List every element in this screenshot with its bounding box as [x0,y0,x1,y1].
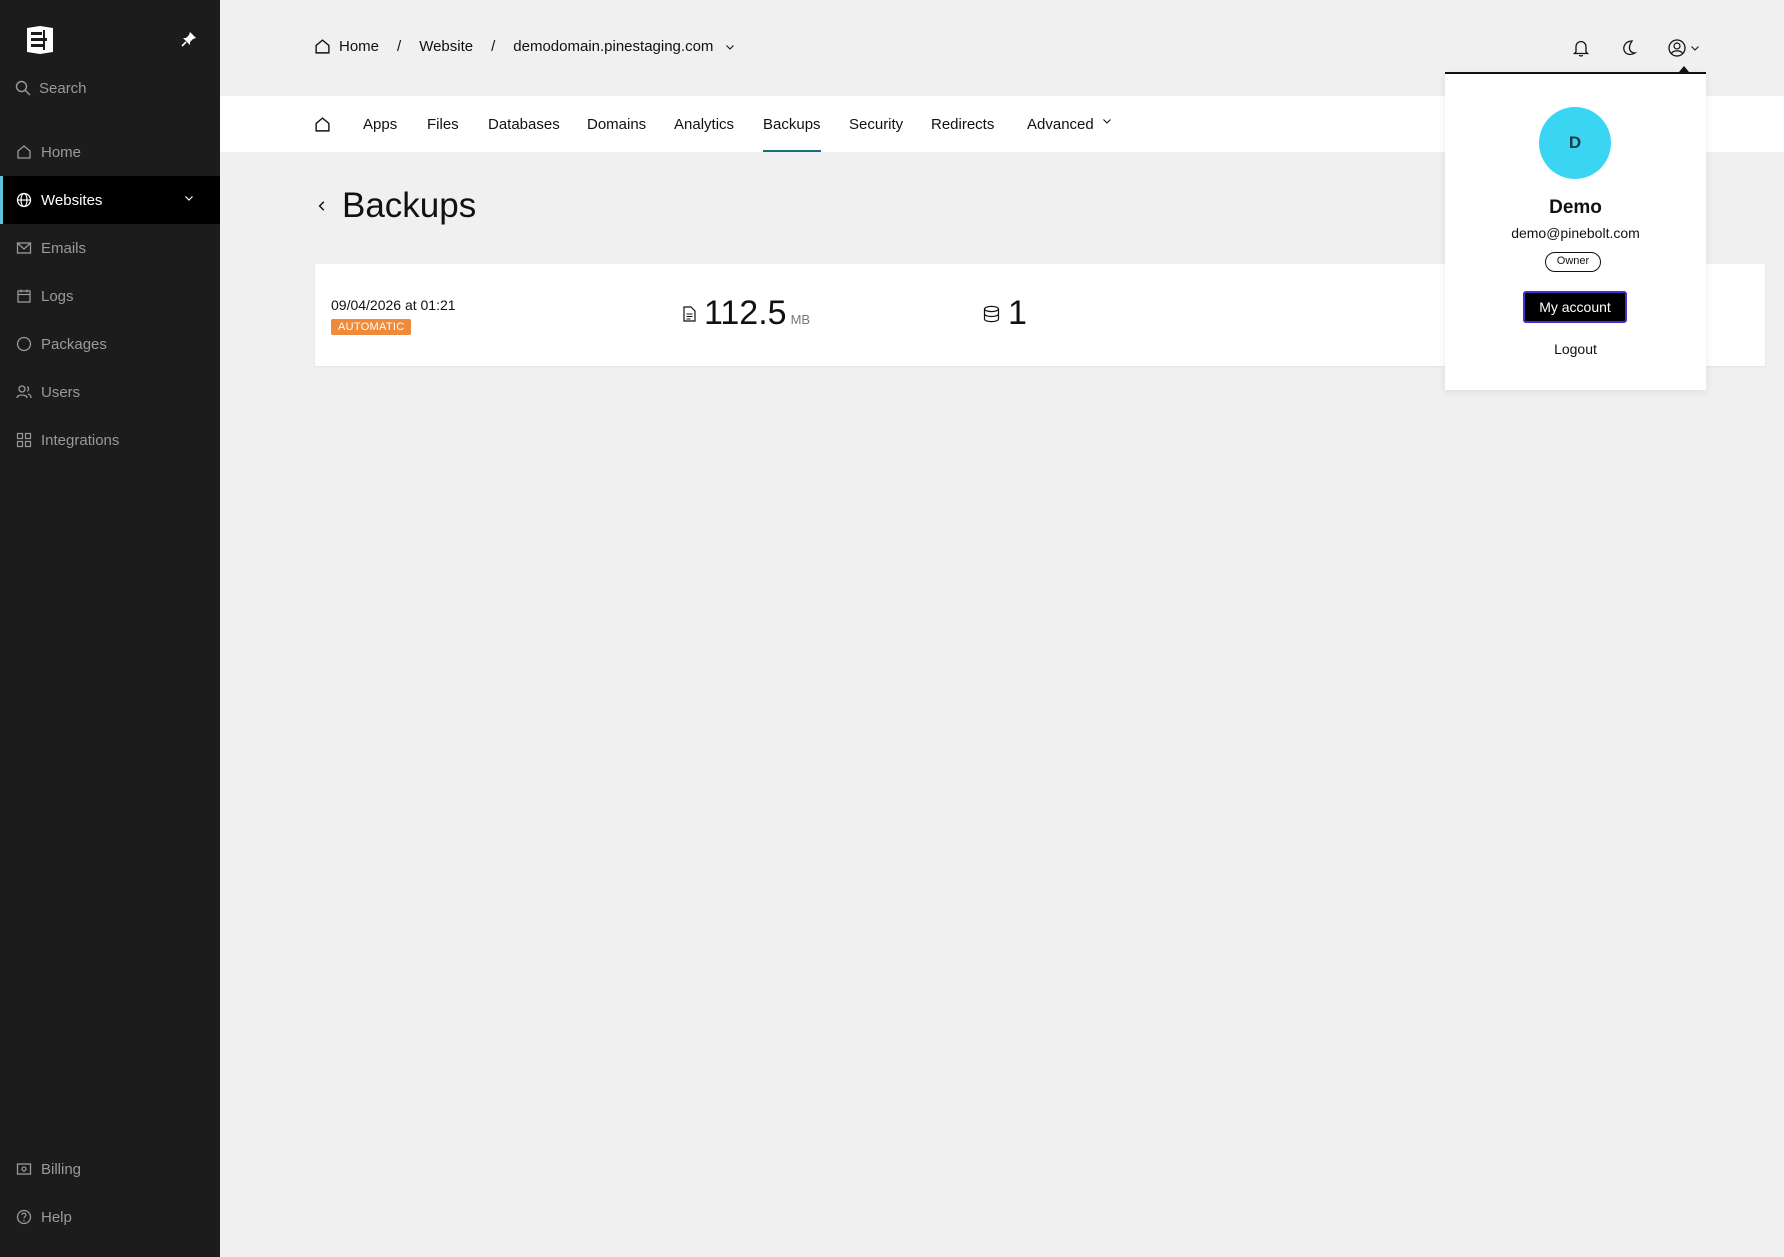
sidebar: Search Home Websites Emails Logs Package… [0,0,220,1257]
backup-databases: 1 [983,294,1027,333]
tab-backups[interactable]: Backups [763,96,821,152]
sidebar-item-label: Logs [41,287,74,305]
sidebar-search-label: Search [39,79,87,97]
users-icon [16,385,32,399]
role-badge: Owner [1545,252,1601,272]
search-icon [15,80,31,96]
billing-icon [16,1163,32,1175]
user-email: demo@pinebolt.com [1511,225,1640,241]
home-icon [315,116,330,132]
help-icon [16,1209,32,1225]
sidebar-item-label: Websites [41,191,103,209]
user-name: Demo [1549,197,1602,218]
sidebar-item-label: Help [41,1208,72,1226]
sidebar-item-home[interactable]: Home [0,128,220,176]
sidebar-item-label: Emails [41,239,87,257]
breadcrumb: Home / Website / demodomain.pinestaging.… [314,38,735,55]
sidebar-item-label: Users [41,383,81,401]
backup-size-unit: MB [790,312,811,327]
user-icon[interactable] [1667,38,1687,58]
tab-apps[interactable]: Apps [363,96,397,152]
chevron-left-icon[interactable] [316,200,328,212]
sidebar-item-users[interactable]: Users [0,368,220,416]
logout-link[interactable]: Logout [1445,341,1706,357]
file-icon [683,305,696,322]
tab-files[interactable]: Files [427,96,459,152]
sidebar-item-help[interactable]: Help [0,1193,220,1241]
chevron-down-icon[interactable] [184,193,194,203]
sidebar-item-label: Billing [41,1160,82,1178]
sidebar-item-emails[interactable]: Emails [0,224,220,272]
bell-icon[interactable] [1571,38,1591,58]
breadcrumb-website[interactable]: Website [419,38,473,55]
home-icon[interactable] [314,38,331,55]
tab-analytics[interactable]: Analytics [674,96,734,152]
sidebar-item-label: Home [41,143,82,161]
chevron-down-icon [1102,119,1111,124]
backup-databases-count: 1 [1008,294,1027,332]
backup-date: 09/04/2026 at 01:21 [331,297,456,313]
breadcrumb-domain[interactable]: demodomain.pinestaging.com [513,38,713,55]
breadcrumb-separator: / [397,38,402,55]
sidebar-item-label: Packages [41,335,107,353]
backup-type-badge: AUTOMATIC [331,319,412,335]
package-icon [16,336,32,352]
breadcrumb-separator: / [491,38,496,55]
tab-home[interactable] [314,96,331,152]
page-title: Backups [342,186,477,225]
tab-domains[interactable]: Domains [587,96,646,152]
grid-icon [16,432,32,448]
globe-icon [16,192,32,208]
tab-redirects[interactable]: Redirects [931,96,994,152]
mail-icon [16,242,32,254]
tab-security[interactable]: Security [849,96,903,152]
sidebar-item-integrations[interactable]: Integrations [0,416,220,464]
sidebar-item-billing[interactable]: Billing [0,1145,220,1193]
breadcrumb-home[interactable]: Home [339,38,379,55]
chevron-down-icon[interactable] [1690,43,1700,53]
moon-icon[interactable] [1619,38,1639,58]
chevron-down-icon[interactable] [725,42,735,52]
calendar-icon [17,289,31,303]
my-account-button[interactable]: My account [1523,291,1627,323]
tab-advanced-label: Advanced [1027,115,1094,133]
tab-databases[interactable]: Databases [488,96,560,152]
home-icon [17,145,31,159]
sidebar-search[interactable]: Search [15,78,87,98]
backup-size: 112.5 MB [683,294,810,333]
sidebar-item-logs[interactable]: Logs [0,272,220,320]
sidebar-item-packages[interactable]: Packages [0,320,220,368]
backup-size-value: 112.5 [704,294,787,332]
sidebar-item-websites[interactable]: Websites [0,176,220,224]
sidebar-item-label: Integrations [41,431,120,449]
app-logo[interactable] [24,24,56,56]
user-menu-dropdown: D Demo demo@pinebolt.com Owner My accoun… [1445,66,1706,390]
tab-advanced[interactable]: Advanced [1027,96,1112,152]
page-header: Backups [316,186,476,226]
avatar: D [1539,107,1611,179]
pin-icon[interactable] [181,31,197,47]
database-icon [983,305,1000,322]
